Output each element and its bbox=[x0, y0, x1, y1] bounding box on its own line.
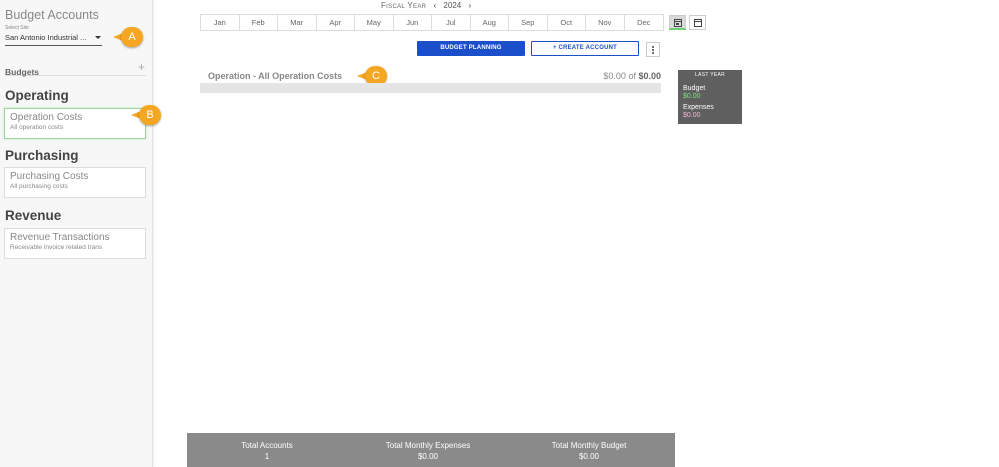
month-tab-jun[interactable]: Jun bbox=[394, 15, 432, 30]
site-select-label: Select Site bbox=[5, 25, 29, 31]
callout-label: A bbox=[121, 27, 143, 47]
month-tab-apr[interactable]: Apr bbox=[317, 15, 355, 30]
section-title-revenue: Revenue bbox=[5, 208, 62, 223]
month-tab-may[interactable]: May bbox=[355, 15, 394, 30]
fiscal-year-label: Fiscal Year bbox=[381, 1, 427, 10]
site-select-value: San Antonio Industrial ... bbox=[5, 33, 87, 42]
total-accounts-stat: Total Accounts 1 bbox=[227, 440, 307, 462]
account-amount: $0.00 of $0.00 bbox=[603, 71, 661, 81]
add-budget-icon[interactable]: + bbox=[138, 60, 145, 74]
last-year-expenses-label: Expenses bbox=[683, 104, 714, 111]
chevron-down-icon bbox=[95, 36, 101, 39]
account-spent: $0.00 bbox=[603, 71, 626, 81]
budget-card-title: Revenue Transactions bbox=[10, 232, 110, 243]
month-tab-sep[interactable]: Sep bbox=[509, 15, 548, 30]
budget-card-purchasing-costs[interactable]: Purchasing Costs All purchasing costs bbox=[4, 167, 146, 198]
budget-card-title: Operation Costs bbox=[10, 112, 83, 123]
budget-card-operation-costs[interactable]: Operation Costs All operation costs bbox=[4, 108, 146, 139]
month-tab-mar[interactable]: Mar bbox=[278, 15, 317, 30]
account-name[interactable]: Operation - All Operation Costs bbox=[208, 71, 342, 81]
chevron-right-icon[interactable]: › bbox=[468, 1, 471, 10]
total-accounts-label: Total Accounts bbox=[241, 441, 293, 450]
total-monthly-budget-stat: Total Monthly Budget $0.00 bbox=[539, 440, 639, 462]
last-year-budget-value: $0.00 bbox=[683, 93, 701, 100]
chevron-left-icon[interactable]: ‹ bbox=[434, 1, 437, 10]
budget-card-title: Purchasing Costs bbox=[10, 171, 89, 182]
month-tab-feb[interactable]: Feb bbox=[240, 15, 278, 30]
month-tab-aug[interactable]: Aug bbox=[471, 15, 509, 30]
account-of: of bbox=[628, 71, 636, 81]
monthly-view-button[interactable] bbox=[669, 15, 686, 30]
month-tab-jan[interactable]: Jan bbox=[201, 15, 240, 30]
budget-card-revenue-transactions[interactable]: Revenue Transactions Receivable invoice … bbox=[4, 228, 146, 259]
callout-label: B bbox=[139, 105, 161, 125]
fiscal-year-selector: Fiscal Year ‹ 2024 › bbox=[381, 1, 476, 10]
sidebar: Budget Accounts Select Site San Antonio … bbox=[0, 0, 153, 467]
budget-card-subtitle: All purchasing costs bbox=[10, 183, 68, 190]
budget-card-subtitle: All operation costs bbox=[10, 124, 64, 131]
fiscal-year-value: 2024 bbox=[443, 1, 462, 10]
last-year-expenses-value: $0.00 bbox=[683, 112, 701, 119]
totals-footer: Total Accounts 1 Total Monthly Expenses … bbox=[187, 433, 675, 467]
app-root: Budget Accounts Select Site San Antonio … bbox=[0, 0, 999, 467]
budgets-label: Budgets bbox=[5, 67, 39, 77]
site-select[interactable]: San Antonio Industrial ... bbox=[5, 33, 102, 46]
app-title: Budget Accounts bbox=[5, 8, 99, 22]
callout-b: B bbox=[131, 105, 161, 125]
month-tab-jul[interactable]: Jul bbox=[432, 15, 471, 30]
calendar-day-icon bbox=[674, 19, 682, 27]
section-title-purchasing: Purchasing bbox=[5, 148, 79, 163]
more-options-icon[interactable] bbox=[646, 42, 660, 57]
section-title-operating: Operating bbox=[5, 88, 69, 103]
budget-card-subtitle: Receivable invoice related trans bbox=[10, 244, 103, 251]
last-year-panel: LAST YEAR Budget $0.00 Expenses $0.00 bbox=[678, 70, 742, 124]
create-account-button[interactable]: + CREATE ACCOUNT bbox=[531, 41, 639, 56]
total-monthly-expenses-value: $0.00 bbox=[417, 452, 439, 461]
month-selector: Jan Feb Mar Apr May Jun Jul Aug Sep Oct … bbox=[200, 14, 664, 31]
total-monthly-budget-value: $0.00 bbox=[578, 452, 600, 461]
total-accounts-value: 1 bbox=[264, 452, 270, 461]
calendar-icon bbox=[694, 19, 702, 27]
month-tab-dec[interactable]: Dec bbox=[625, 15, 664, 30]
month-tab-oct[interactable]: Oct bbox=[548, 15, 586, 30]
total-monthly-budget-label: Total Monthly Budget bbox=[551, 441, 627, 450]
account-total: $0.00 bbox=[638, 71, 661, 81]
last-year-budget-label: Budget bbox=[683, 85, 706, 92]
account-progress-bar bbox=[200, 83, 661, 93]
callout-a: A bbox=[113, 27, 143, 47]
budgets-header: Budgets + bbox=[5, 60, 146, 77]
total-monthly-expenses-stat: Total Monthly Expenses $0.00 bbox=[373, 440, 483, 462]
budget-planning-button[interactable]: BUDGET PLANNING bbox=[417, 41, 525, 56]
month-tab-nov[interactable]: Nov bbox=[586, 15, 625, 30]
yearly-view-button[interactable] bbox=[689, 15, 706, 30]
total-monthly-expenses-label: Total Monthly Expenses bbox=[385, 441, 471, 450]
last-year-title: LAST YEAR bbox=[694, 72, 726, 78]
